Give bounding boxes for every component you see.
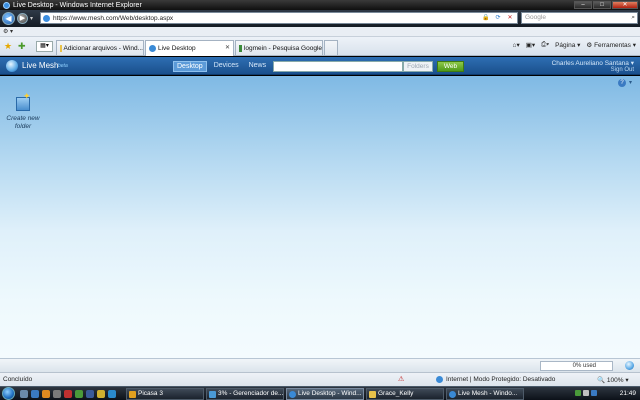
taskbar-live-desktop[interactable]: Live Desktop - Wind... [286,388,364,400]
live-mesh-header: Live Mesh beta Desktop Devices News Fold… [0,57,640,75]
tab-bar: ★ ✚ ▦▾ Adicionar arquivos - Wind... Live… [0,37,640,56]
nav-news[interactable]: News [246,61,270,72]
close-button[interactable]: ✕ [612,1,638,9]
command-bar: ⌂▾ ▣▾ ⎙▾ Página ▾ ⚙ Ferramentas ▾ [513,41,636,49]
print-icon[interactable]: ⎙▾ [541,41,549,49]
media-quicklaunch-icon[interactable] [64,390,72,398]
search-placeholder: Google [525,14,546,21]
help-dropdown-icon[interactable]: ▾ [629,79,632,87]
start-button[interactable] [2,387,15,400]
forward-button[interactable]: ▶ [17,13,28,24]
taskbar: Picasa 3 3% - Gerenciador de... Live Des… [0,386,640,400]
create-new-folder[interactable]: ✦ Create new folder [6,91,40,130]
web-search-button[interactable]: Web [437,61,464,72]
address-field[interactable]: https://www.mesh.com/Web/desktop.aspx 🔒 … [40,12,518,24]
folder-icon [60,44,62,52]
feeds-icon[interactable]: ▣▾ [526,41,535,49]
user-name[interactable]: Charles Aureliano Santana [552,60,629,67]
beta-label: beta [58,63,68,69]
tools-menu[interactable]: ⚙ Ferramentas ▾ [586,41,636,49]
app2-quicklaunch-icon[interactable] [86,390,94,398]
favorites-star-icon[interactable]: ★ [4,41,12,52]
page-icon [43,14,50,22]
storage-usage: 0% used [540,361,613,371]
mesh-search-input[interactable] [273,61,403,72]
download-icon [209,391,216,398]
globe-icon [436,376,443,383]
url-text: https://www.mesh.com/Web/desktop.aspx [53,14,174,22]
security-zone[interactable]: Internet | Modo Protegido: Desativado [436,376,555,383]
history-dropdown-icon[interactable]: ▾ [30,15,33,22]
tray-app-icon[interactable] [591,390,597,396]
help-controls: ? ▾ [617,79,632,87]
tab-logmein[interactable]: logmein - Pesquisa Google [235,40,323,55]
tab-live-desktop[interactable]: Live Desktop ✕ [145,40,234,56]
folders-search-button[interactable]: Folders [403,61,433,72]
brand-title: Live Mesh [22,61,59,70]
tray-volume-icon[interactable] [583,390,589,396]
command-row: ⚙ ▾ [0,27,640,37]
navigation-bar: ◀ ▶ ▾ https://www.mesh.com/Web/desktop.a… [0,10,640,27]
new-tab-button[interactable] [324,40,338,55]
sign-out-link[interactable]: Sign Out [552,67,634,73]
app-quicklaunch-icon[interactable] [75,390,83,398]
maximize-button[interactable]: □ [593,1,611,9]
title-bar: Live Desktop - Windows Internet Explorer… [0,0,640,10]
taskbar-grace-kelly[interactable]: Grace_Kelly [366,388,444,400]
minimize-button[interactable]: – [574,1,592,9]
picasa-icon [129,391,136,398]
status-text: Concluído [3,376,33,383]
live-mesh-logo-icon [6,60,18,72]
mesh-status-bar: 0% used [0,358,640,372]
search-icon[interactable]: ⌕ [631,13,635,23]
taskbar-download-manager[interactable]: 3% - Gerenciador de... [206,388,284,400]
ie-icon [289,391,296,398]
ie-quicklaunch-icon[interactable] [31,390,39,398]
page-menu[interactable]: Página ▾ [555,41,580,49]
search-input[interactable]: Google ⌕ [521,12,638,24]
tab-adicionar-arquivos[interactable]: Adicionar arquivos - Wind... [56,40,144,55]
home-icon[interactable]: ⌂▾ [513,41,520,49]
app3-quicklaunch-icon[interactable] [97,390,105,398]
browser-status-bar: Concluído ⚠ Internet | Modo Protegido: D… [0,372,640,386]
google-icon [239,44,242,52]
links-icon[interactable]: ⚙ ▾ [3,28,13,35]
lock-icon[interactable]: 🔒 [481,14,491,23]
taskbar-picasa[interactable]: Picasa 3 [126,388,204,400]
clock[interactable]: 21:49 [620,390,636,397]
show-desktop-icon[interactable] [20,390,28,398]
new-folder-icon: ✦ [14,91,32,113]
close-tab-icon[interactable]: ✕ [225,44,230,51]
live-mesh-icon [149,45,156,52]
mesh-status-icon[interactable] [625,361,634,370]
add-favorites-icon[interactable]: ✚ [18,41,26,52]
help-icon[interactable]: ? [617,79,626,87]
create-folder-label: Create new folder [6,115,40,130]
taskbar-live-mesh[interactable]: Live Mesh - Windo... [446,388,524,400]
folder-icon [369,391,376,398]
app4-quicklaunch-icon[interactable] [108,390,116,398]
quick-tabs-button[interactable]: ▦▾ [36,41,53,52]
switch-windows-icon[interactable] [53,390,61,398]
refresh-icon[interactable]: ⟳ [493,14,503,23]
system-tray [575,390,597,396]
ie-icon [3,1,10,9]
stop-icon[interactable]: ✕ [505,14,515,23]
security-status-icon[interactable]: ⚠ [398,375,404,383]
user-menu[interactable]: Charles Aureliano Santana ▾ Sign Out [552,59,634,73]
live-desktop-area[interactable]: ? ▾ ✦ Create new folder [0,76,640,358]
window-title: Live Desktop - Windows Internet Explorer [13,1,142,9]
mesh-nav: Desktop Devices News [173,61,269,72]
tray-network-icon[interactable] [575,390,581,396]
nav-devices[interactable]: Devices [211,61,242,72]
back-button[interactable]: ◀ [2,12,15,25]
zoom-level[interactable]: 🔍 100% ▾ [597,376,629,384]
ie-icon [449,391,456,398]
nav-desktop[interactable]: Desktop [173,61,207,72]
firefox-quicklaunch-icon[interactable] [42,390,50,398]
window-controls: – □ ✕ [574,1,638,9]
